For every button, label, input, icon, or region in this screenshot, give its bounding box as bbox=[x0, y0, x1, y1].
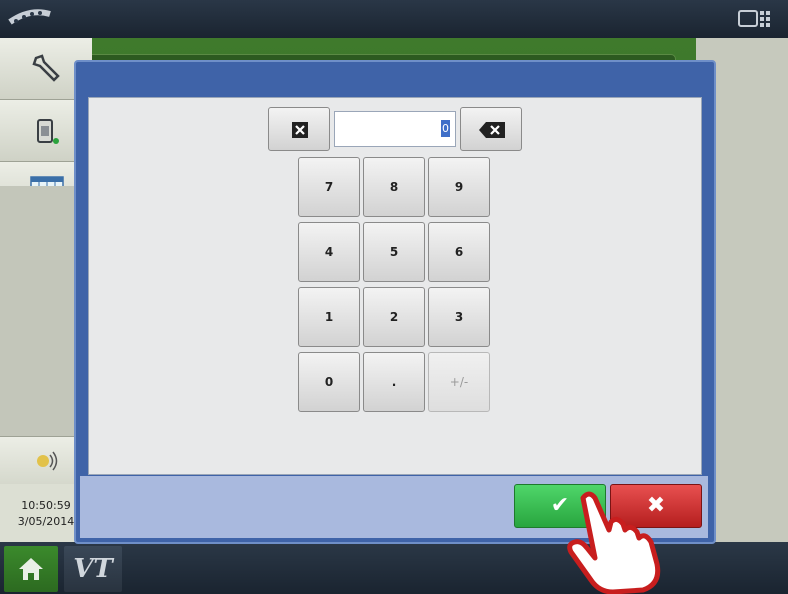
key-plus-minus: +/- bbox=[428, 352, 490, 412]
key-6[interactable]: 6 bbox=[428, 222, 490, 282]
virtual-terminal-button[interactable]: VT bbox=[64, 546, 122, 592]
key-8[interactable]: 8 bbox=[363, 157, 425, 217]
implement-logo-icon[interactable] bbox=[6, 6, 54, 28]
key-7[interactable]: 7 bbox=[298, 157, 360, 217]
display-layout-icon[interactable] bbox=[738, 9, 772, 29]
key-decimal[interactable]: . bbox=[363, 352, 425, 412]
home-button[interactable] bbox=[4, 546, 58, 592]
key-9[interactable]: 9 bbox=[428, 157, 490, 217]
key-2[interactable]: 2 bbox=[363, 287, 425, 347]
value-input[interactable] bbox=[334, 111, 456, 147]
backspace-button[interactable] bbox=[460, 107, 522, 151]
bin-icon bbox=[37, 119, 59, 144]
key-1[interactable]: 1 bbox=[298, 287, 360, 347]
key-5[interactable]: 5 bbox=[363, 222, 425, 282]
key-0[interactable]: 0 bbox=[298, 352, 360, 412]
key-3[interactable]: 3 bbox=[428, 287, 490, 347]
key-4[interactable]: 4 bbox=[298, 222, 360, 282]
pointing-hand-icon bbox=[567, 491, 661, 594]
input-value-selected: 0 bbox=[441, 120, 450, 137]
sound-alert-icon bbox=[37, 451, 58, 471]
top-bar bbox=[0, 0, 788, 38]
backspace-icon bbox=[479, 122, 505, 138]
home-icon bbox=[19, 558, 43, 580]
wrench-icon bbox=[32, 54, 60, 82]
clear-icon bbox=[292, 122, 308, 138]
clear-button[interactable] bbox=[268, 107, 330, 151]
keypad-panel bbox=[88, 97, 702, 475]
